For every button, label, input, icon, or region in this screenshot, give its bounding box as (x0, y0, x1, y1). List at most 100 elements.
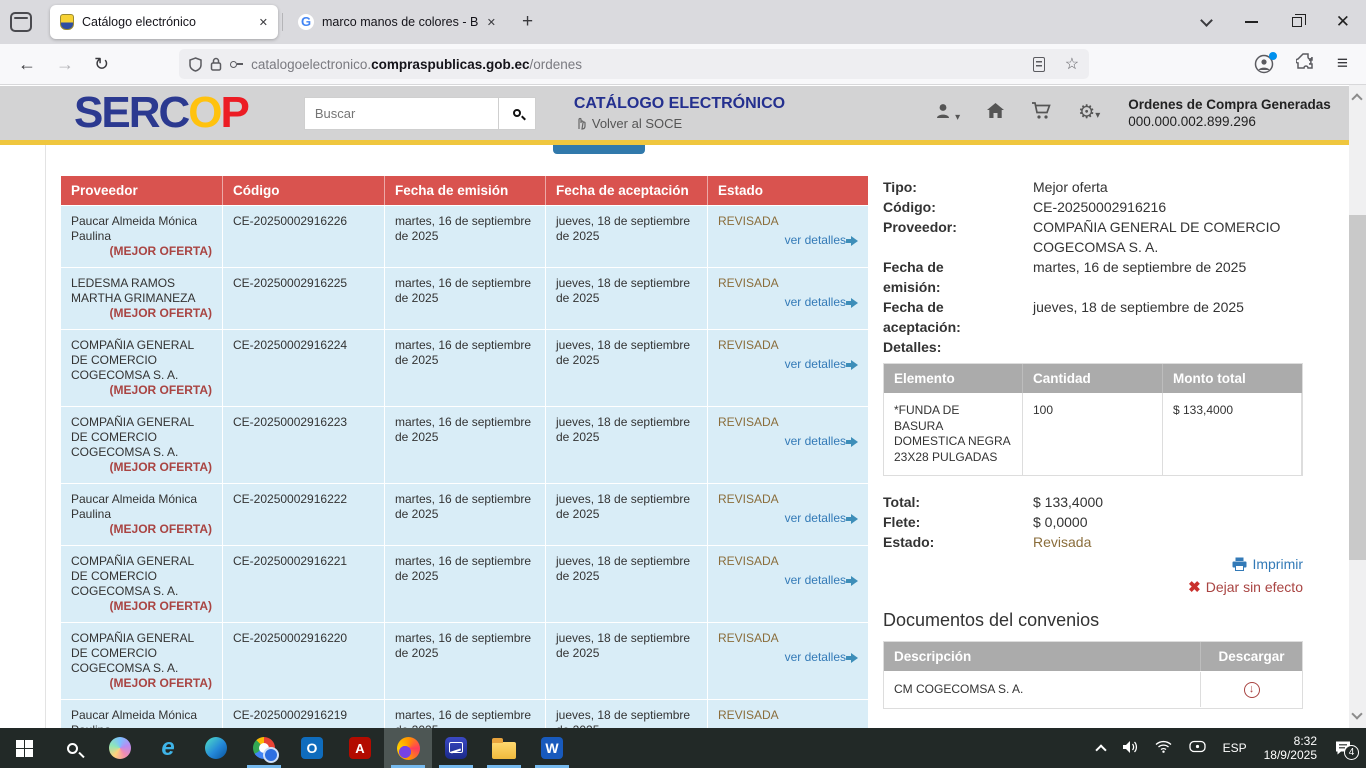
taskbar-search-button[interactable] (48, 728, 96, 768)
meet-now-icon[interactable] (1189, 740, 1206, 756)
docs-table-header: Descripción Descargar (884, 642, 1302, 671)
search-icon (67, 743, 78, 754)
ver-detalles-link[interactable]: ver detalles (785, 511, 858, 526)
list-tabs-chevron-icon[interactable] (1200, 14, 1213, 27)
detail-field: Fecha de emisión:martes, 16 de septiembr… (883, 257, 1303, 297)
docs-table-body: CM COGECOMSA S. A.↓ (884, 671, 1302, 708)
reload-icon[interactable]: ↻ (94, 54, 109, 75)
ver-detalles-link[interactable]: ver detalles (785, 295, 858, 310)
status-text: REVISADA (718, 554, 858, 569)
folder-icon (492, 742, 516, 759)
page-scrollbar[interactable] (1349, 85, 1366, 728)
file-explorer-button[interactable] (480, 728, 528, 768)
status-text: REVISADA (718, 492, 858, 507)
chrome-button[interactable] (240, 728, 288, 768)
detail-field: Proveedor:COMPAÑIA GENERAL DE COMERCIO C… (883, 217, 1303, 257)
language-indicator[interactable]: ESP (1223, 741, 1247, 755)
tray-expand-icon[interactable] (1095, 744, 1106, 755)
search-input[interactable] (304, 97, 499, 130)
column-header: Descripción (884, 642, 1201, 671)
total-value: $ 0,0000 (1033, 512, 1088, 532)
arrow-right-icon (851, 437, 858, 447)
scanner-icon (445, 737, 467, 759)
restore-button[interactable] (1292, 17, 1302, 27)
order-row: COMPAÑIA GENERAL DE COMERCIO COGECOMSA S… (61, 329, 868, 406)
ver-detalles-link[interactable]: ver detalles (785, 233, 858, 248)
mejor-oferta-badge: (MEJOR OFERTA) (110, 383, 212, 398)
time: 8:32 (1264, 734, 1317, 748)
ver-detalles-link[interactable]: ver detalles (785, 573, 858, 588)
start-button[interactable] (0, 728, 48, 768)
doc-download-cell: ↓ (1201, 671, 1302, 708)
minimize-button[interactable] (1245, 21, 1258, 23)
ver-detalles-link[interactable]: ver detalles (785, 650, 858, 665)
download-icon[interactable]: ↓ (1244, 682, 1260, 698)
arrow-right-icon (851, 298, 858, 308)
scan-app-button[interactable] (432, 728, 480, 768)
order-issued-date: martes, 16 de septiembre de 2025 (385, 623, 546, 699)
tab-search[interactable]: G marco manos de colores - Busca ✕ (288, 5, 506, 39)
volume-icon[interactable] (1122, 740, 1138, 757)
order-provider: COMPAÑIA GENERAL DE COMERCIO COGECOMSA S… (61, 546, 223, 622)
key-permission-icon[interactable] (230, 61, 243, 68)
hand-click-icon (574, 117, 587, 130)
edge-button[interactable] (192, 728, 240, 768)
back-icon[interactable]: ← (18, 54, 36, 75)
forward-icon[interactable]: → (56, 54, 74, 75)
scroll-up-icon[interactable] (1351, 93, 1362, 104)
search-button[interactable] (499, 97, 536, 130)
arrow-right-icon (851, 514, 858, 524)
cart-icon[interactable] (1031, 101, 1052, 125)
acrobat-button[interactable]: A (336, 728, 384, 768)
ver-detalles-link[interactable]: ver detalles (785, 434, 858, 449)
bookmark-star-icon[interactable]: ☆ (1065, 54, 1079, 74)
order-issued-date: martes, 16 de septiembre de 2025 (385, 206, 546, 267)
lock-icon[interactable] (210, 57, 222, 71)
notification-center-icon[interactable]: 4 (1334, 740, 1352, 756)
volver-soce-link[interactable]: Volver al SOCE (574, 116, 785, 131)
menu-hamburger-icon[interactable]: ≡ (1337, 53, 1348, 75)
order-status-cell: REVISADAver detalles (708, 206, 868, 267)
user-menu-icon[interactable]: ▾ (935, 102, 960, 125)
copilot-button[interactable] (96, 728, 144, 768)
taskbar: e O A W ESP 8:32 18/9/2025 4 (0, 728, 1366, 768)
printer-icon (1232, 557, 1247, 571)
account-icon[interactable] (1254, 54, 1274, 74)
print-link[interactable]: Imprimir (1232, 556, 1303, 572)
tab-catalogo[interactable]: Catálogo electrónico ✕ (50, 5, 278, 39)
firefox-button[interactable] (384, 728, 432, 768)
internet-explorer-button[interactable]: e (144, 728, 192, 768)
sercop-logo: SERCOP (74, 91, 248, 135)
order-issued-date: martes, 16 de septiembre de 2025 (385, 330, 546, 406)
clock[interactable]: 8:32 18/9/2025 (1264, 734, 1317, 762)
tab-close-icon[interactable]: ✕ (487, 16, 496, 29)
settings-gear-icon[interactable]: ⚙▾ (1078, 103, 1100, 123)
reader-mode-icon[interactable] (1033, 57, 1045, 72)
scroll-down-icon[interactable] (1351, 708, 1362, 719)
field-value: CE-20250002916216 (1033, 197, 1303, 217)
tab-close-icon[interactable]: ✕ (259, 16, 268, 29)
url-bar[interactable]: catalogoelectronico.compraspublicas.gob.… (179, 49, 1089, 79)
word-button[interactable]: W (528, 728, 576, 768)
close-button[interactable]: ✕ (1336, 17, 1350, 27)
wifi-icon[interactable] (1155, 740, 1172, 756)
order-details-panel: Tipo:Mejor ofertaCódigo:CE-2025000291621… (883, 177, 1303, 709)
field-value: Mejor oferta (1033, 177, 1303, 197)
orders-generated-number: 000.000.002.899.296 (1128, 114, 1331, 129)
ver-detalles-link[interactable]: ver detalles (785, 357, 858, 372)
outlook-button[interactable]: O (288, 728, 336, 768)
void-link[interactable]: ✖ Dejar sin efecto (1188, 578, 1303, 596)
new-tab-button[interactable]: + (522, 11, 533, 33)
total-row: Estado:Revisada (883, 532, 1303, 552)
mejor-oferta-badge: (MEJOR OFERTA) (110, 676, 212, 691)
shield-icon[interactable] (189, 57, 202, 72)
scrollbar-thumb[interactable] (1349, 215, 1366, 560)
firefox-view-icon[interactable] (10, 12, 32, 32)
partial-blue-button[interactable] (553, 145, 645, 154)
extensions-puzzle-icon[interactable] (1296, 52, 1315, 76)
acrobat-icon: A (349, 737, 371, 759)
detail-field: Detalles: (883, 337, 1303, 357)
order-accepted-date: jueves, 18 de septiembre de 2025 (546, 330, 708, 406)
home-icon[interactable] (986, 102, 1005, 125)
items-table-body: *FUNDA DE BASURA DOMESTICA NEGRA 23X28 P… (884, 393, 1302, 475)
